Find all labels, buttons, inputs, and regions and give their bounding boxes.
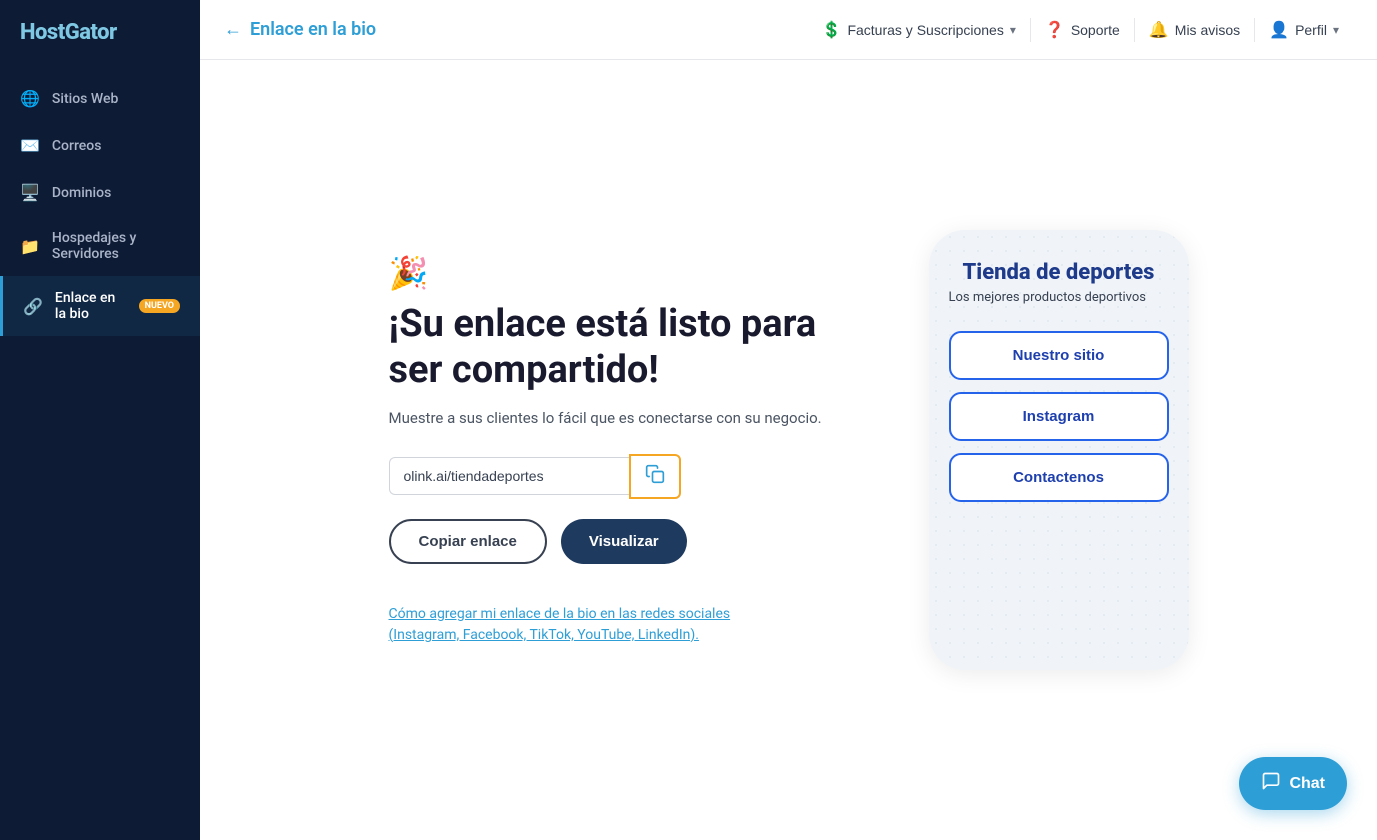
link-icon: 🔗 [23, 297, 43, 316]
back-button[interactable]: ← Enlace en la bio [224, 19, 376, 40]
notices-button[interactable]: 🔔 Mis avisos [1135, 0, 1254, 59]
mail-icon: ✉️ [20, 136, 40, 155]
chat-label: Chat [1289, 775, 1325, 793]
back-arrow-icon: ← [224, 19, 242, 40]
profile-label: Perfil [1295, 22, 1327, 38]
question-icon: ❓ [1045, 20, 1065, 40]
topbar: ← Enlace en la bio 💲 Facturas y Suscripc… [200, 0, 1377, 60]
sidebar-item-dominios[interactable]: 🖥️ Dominios [0, 169, 200, 216]
sidebar-item-label: Enlace en la bio [55, 290, 123, 322]
sidebar-item-label: Dominios [52, 185, 111, 201]
chat-icon [1261, 771, 1281, 796]
sidebar-item-sitios-web[interactable]: 🌐 Sitios Web [0, 75, 200, 122]
chevron-down-icon: ▾ [1010, 23, 1016, 37]
content: 🎉 ¡Su enlace está listo para ser compart… [200, 60, 1377, 840]
sidebar-item-correos[interactable]: ✉️ Correos [0, 122, 200, 169]
left-panel: 🎉 ¡Su enlace está listo para ser compart… [389, 254, 849, 646]
billing-button[interactable]: 💲 Facturas y Suscripciones ▾ [808, 0, 1030, 59]
profile-chevron-icon: ▾ [1333, 23, 1339, 37]
user-icon: 👤 [1269, 20, 1289, 40]
clipboard-icon [645, 464, 665, 489]
monitor-icon: 🖥️ [20, 183, 40, 202]
subtitle-text: Muestre a sus clientes lo fácil que es c… [389, 407, 849, 430]
sidebar-item-label: Sitios Web [52, 91, 118, 107]
phone-btn-nuestro-sitio[interactable]: Nuestro sitio [949, 331, 1169, 380]
bell-icon: 🔔 [1149, 20, 1169, 40]
phone-btn-instagram[interactable]: Instagram [949, 392, 1169, 441]
action-buttons: Copiar enlace Visualizar [389, 519, 849, 564]
sidebar-item-label: Correos [52, 138, 102, 154]
phone-mockup: Tienda de deportes Los mejores productos… [929, 230, 1189, 670]
info-link[interactable]: Cómo agregar mi enlace de la bio en las … [389, 604, 769, 646]
phone-title: Tienda de deportes [963, 260, 1155, 285]
sidebar-nav: 🌐 Sitios Web ✉️ Correos 🖥️ Dominios 📁 Ho… [0, 75, 200, 336]
sidebar-item-enlace-bio[interactable]: 🔗 Enlace en la bio NUEVO [0, 276, 200, 336]
billing-label: Facturas y Suscripciones [847, 22, 1003, 38]
profile-button[interactable]: 👤 Perfil ▾ [1255, 0, 1353, 59]
sidebar: HostGator 🌐 Sitios Web ✉️ Correos 🖥️ Dom… [0, 0, 200, 840]
sidebar-item-hospedajes[interactable]: 📁 Hospedajes y Servidores [0, 216, 200, 276]
globe-icon: 🌐 [20, 89, 40, 108]
billing-icon: 💲 [822, 20, 842, 40]
support-button[interactable]: ❓ Soporte [1031, 0, 1134, 59]
support-label: Soporte [1071, 22, 1120, 38]
visualize-button[interactable]: Visualizar [561, 519, 687, 564]
new-badge: NUEVO [139, 299, 180, 313]
copy-icon-button[interactable] [629, 454, 681, 499]
page-title: ¡Su enlace está listo para ser compartid… [389, 302, 849, 393]
party-emoji: 🎉 [389, 254, 849, 292]
url-input-row [389, 454, 849, 499]
logo: HostGator [0, 0, 200, 65]
main-area: ← Enlace en la bio 💲 Facturas y Suscripc… [200, 0, 1377, 840]
copy-link-button[interactable]: Copiar enlace [389, 519, 547, 564]
content-inner: 🎉 ¡Su enlace está listo para ser compart… [240, 230, 1337, 670]
sidebar-item-label: Hospedajes y Servidores [52, 230, 180, 262]
phone-btn-contactenos[interactable]: Contactenos [949, 453, 1169, 502]
phone-subtitle: Los mejores productos deportivos [949, 289, 1169, 307]
folder-icon: 📁 [20, 237, 40, 256]
notices-label: Mis avisos [1175, 22, 1240, 38]
chat-button[interactable]: Chat [1239, 757, 1347, 810]
back-label: Enlace en la bio [250, 19, 376, 40]
url-input[interactable] [389, 457, 629, 495]
